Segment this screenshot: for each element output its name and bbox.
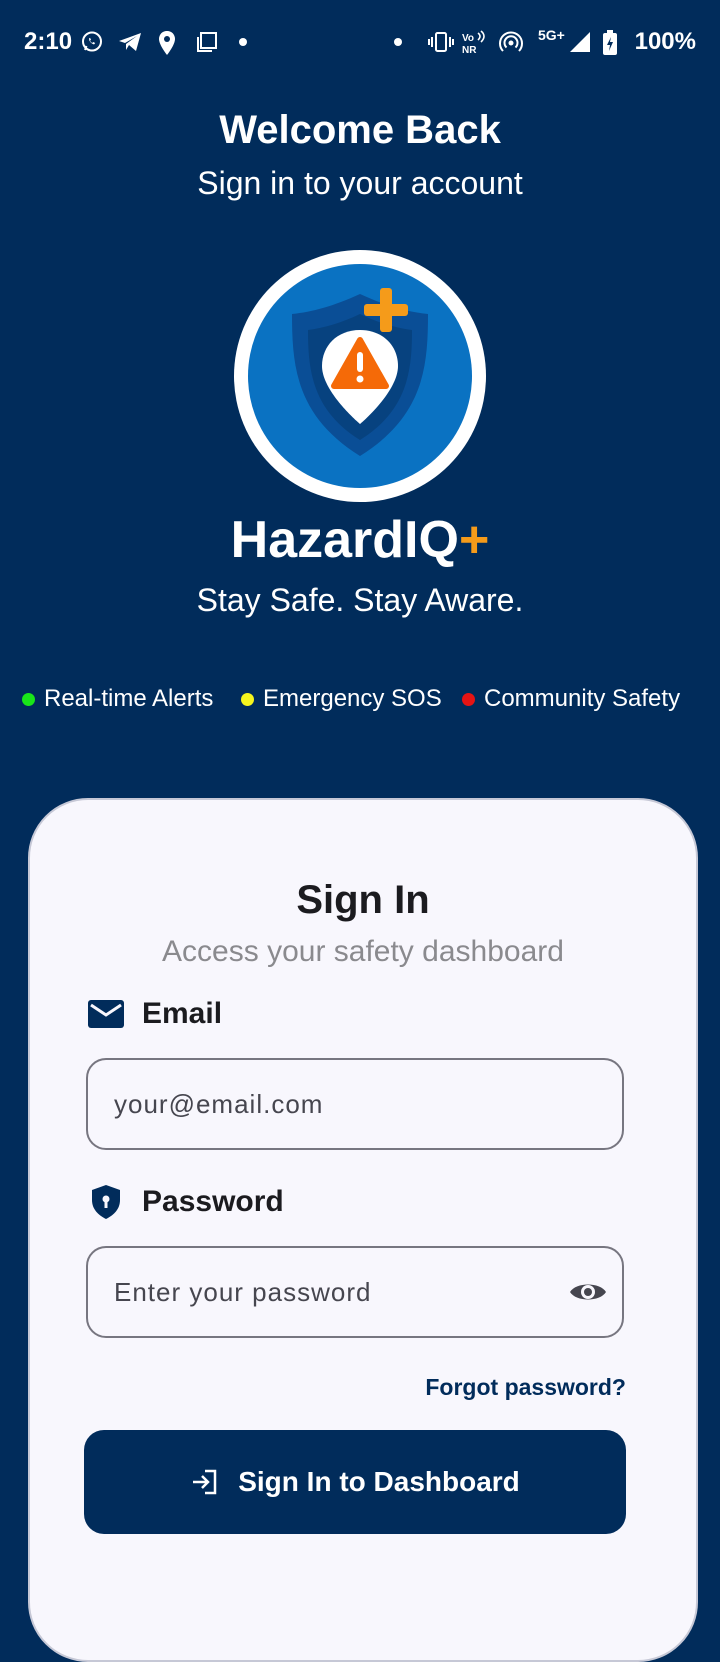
telegram-icon	[117, 30, 143, 54]
svg-text:Vo: Vo	[462, 33, 474, 44]
feature-label: Real-time Alerts	[44, 685, 214, 712]
sign-in-card: Sign In Access your safety dashboard Ema…	[28, 798, 698, 1662]
feature-item: Emergency SOS	[241, 685, 442, 713]
brand-plus: +	[458, 511, 490, 569]
status-dot	[241, 692, 254, 706]
email-label-text: Email	[142, 997, 223, 1030]
card-title: Sign In	[296, 878, 430, 922]
dot-icon	[238, 37, 248, 47]
tagline: Stay Safe. Stay Aware.	[196, 582, 524, 618]
welcome-subtitle: Sign in to your account	[197, 165, 523, 201]
status-dot	[462, 692, 475, 706]
whatsapp-icon	[80, 30, 104, 54]
copy-icon	[195, 30, 219, 54]
svg-text:NR: NR	[462, 45, 477, 56]
shield-warning-location-icon	[232, 248, 488, 504]
feature-label: Emergency SOS	[263, 685, 442, 712]
volte-nr-icon: Vo NR	[460, 30, 488, 56]
location-icon	[157, 30, 177, 56]
mail-icon	[86, 994, 126, 1034]
sign-in-button[interactable]: Sign In to Dashboard	[84, 1430, 626, 1534]
battery-charging-icon	[602, 30, 618, 56]
shield-lock-icon	[86, 1182, 126, 1222]
status-dot	[22, 692, 35, 706]
email-label: Email	[86, 994, 222, 1034]
brand-name-text: HazardIQ	[230, 511, 459, 569]
sign-in-button-label: Sign In to Dashboard	[238, 1466, 520, 1497]
battery-percentage: 100%	[634, 28, 696, 55]
eye-icon[interactable]	[566, 1270, 610, 1314]
feature-label: Community Safety	[484, 685, 681, 712]
password-label-text: Password	[142, 1185, 284, 1218]
brand-name: HazardIQ+	[0, 510, 720, 570]
dot-icon	[393, 37, 403, 47]
feature-list: Real-time Alerts Emergency SOS Community…	[0, 685, 720, 715]
forgot-password-link[interactable]: Forgot password?	[425, 1374, 626, 1401]
feature-item: Real-time Alerts	[22, 685, 213, 713]
vibrate-icon	[428, 30, 454, 54]
password-field[interactable]	[86, 1246, 624, 1338]
signal-icon	[568, 30, 592, 54]
hotspot-icon	[498, 30, 524, 54]
password-label: Password	[86, 1182, 284, 1222]
network-type: 5G+	[538, 27, 565, 43]
feature-item: Community Safety	[462, 685, 680, 713]
status-bar: 2:10 Vo NR 5G+ 100%	[0, 0, 720, 86]
status-time: 2:10	[24, 28, 73, 55]
card-subtitle: Access your safety dashboard	[162, 935, 564, 968]
email-field[interactable]	[86, 1058, 624, 1150]
welcome-title: Welcome Back	[219, 108, 501, 152]
login-icon	[190, 1467, 220, 1497]
